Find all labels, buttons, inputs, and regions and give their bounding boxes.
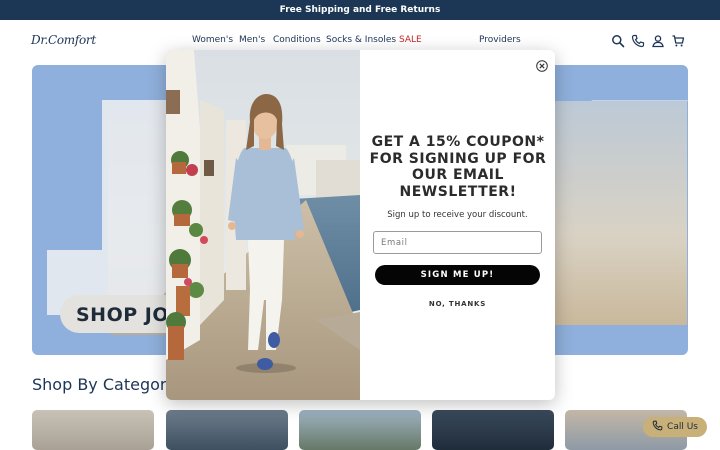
popup-subtext: Sign up to receive your discount. xyxy=(387,210,528,220)
category-tile[interactable] xyxy=(299,410,421,450)
account-icon[interactable] xyxy=(651,33,665,48)
call-us-label: Call Us xyxy=(667,422,698,432)
call-us-button[interactable]: Call Us xyxy=(643,417,707,437)
nav-mens[interactable]: Men's xyxy=(239,35,265,45)
popup-photo xyxy=(166,50,360,400)
popup-photo-illustration xyxy=(166,50,360,400)
phone-icon xyxy=(652,420,663,434)
popup-content: GET A 15% COUPON* FOR SIGNING UP FOR OUR… xyxy=(360,50,555,400)
category-tile[interactable] xyxy=(432,410,554,450)
newsletter-popup: GET A 15% COUPON* FOR SIGNING UP FOR OUR… xyxy=(166,50,555,400)
nav-womens[interactable]: Women's xyxy=(192,35,233,45)
close-icon[interactable] xyxy=(536,57,548,72)
announcement-text: Free Shipping and Free Returns xyxy=(279,5,441,15)
cart-icon[interactable] xyxy=(671,33,685,47)
search-icon[interactable] xyxy=(611,33,625,48)
no-thanks-link[interactable]: NO, THANKS xyxy=(360,300,555,308)
category-tile[interactable] xyxy=(32,410,154,450)
nav-conditions[interactable]: Conditions xyxy=(273,35,321,45)
shop-button-label: SHOP JO xyxy=(76,304,169,326)
nav-providers[interactable]: Providers xyxy=(479,35,521,45)
announcement-bar: Free Shipping and Free Returns xyxy=(0,0,720,20)
phone-icon[interactable] xyxy=(631,33,645,48)
popup-headline: GET A 15% COUPON* FOR SIGNING UP FOR OUR… xyxy=(369,134,547,200)
nav-sale[interactable]: SALE xyxy=(399,35,422,45)
email-input[interactable] xyxy=(373,231,542,254)
shop-by-category-title: Shop By Category xyxy=(32,375,176,394)
nav-socks-insoles[interactable]: Socks & Insoles xyxy=(326,35,396,45)
brand-logo[interactable]: Dr.Comfort xyxy=(31,33,96,47)
sign-me-up-button[interactable]: SIGN ME UP! xyxy=(375,265,540,285)
category-tile[interactable] xyxy=(166,410,288,450)
